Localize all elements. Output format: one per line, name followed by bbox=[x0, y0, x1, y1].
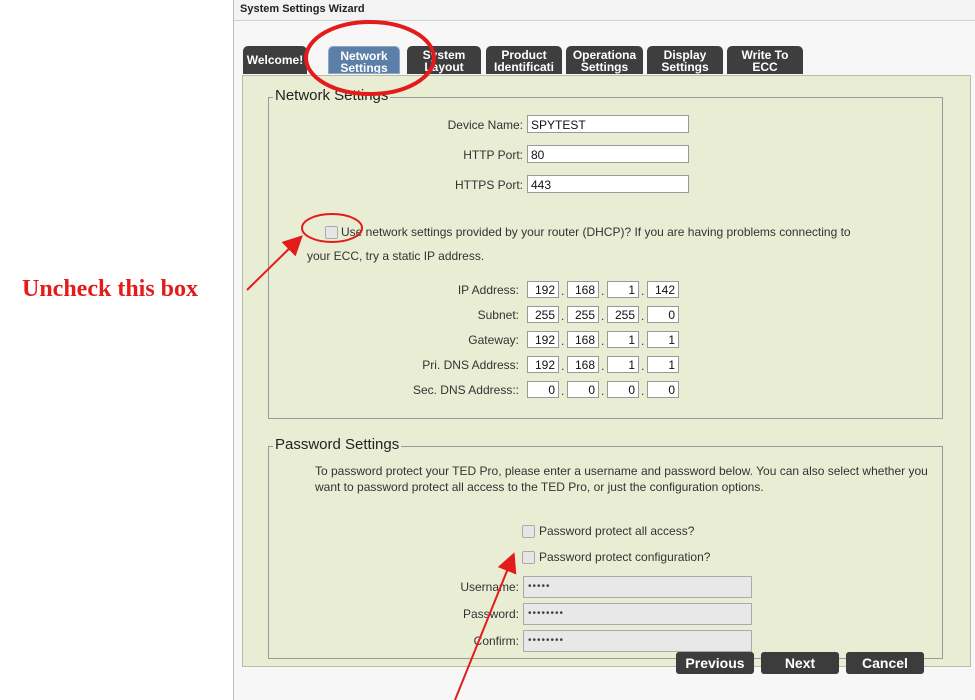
settings-wizard-window: System Settings Wizard Welcome! Network … bbox=[233, 0, 975, 700]
username-label: Username: bbox=[460, 580, 519, 594]
https-port-input[interactable]: 443 bbox=[527, 175, 689, 193]
tab-label: Settings bbox=[340, 61, 388, 74]
http-port-input[interactable]: 80 bbox=[527, 145, 689, 163]
pri-dns-octet-2[interactable]: 168 bbox=[567, 356, 599, 373]
cancel-button[interactable]: Cancel bbox=[846, 652, 924, 674]
https-port-label: HTTPS Port: bbox=[454, 178, 523, 192]
dhcp-description: Use network settings provided by your ro… bbox=[341, 225, 851, 239]
subnet-octet-1[interactable]: 255 bbox=[527, 306, 559, 323]
ip-octet-3[interactable]: 1 bbox=[607, 281, 639, 298]
ip-octet-4[interactable]: 142 bbox=[647, 281, 679, 298]
sec-dns-octet-4[interactable]: 0 bbox=[647, 381, 679, 398]
password-description: To password protect your TED Pro, please… bbox=[315, 464, 928, 494]
tab-label: ECC bbox=[752, 60, 778, 74]
tab-label: Settings bbox=[661, 60, 709, 74]
title-bar: System Settings Wizard bbox=[234, 0, 975, 21]
protect-all-label: Password protect all access? bbox=[539, 524, 695, 538]
tab-system-layout[interactable]: System Layout bbox=[407, 46, 481, 74]
sec-dns-label: Sec. DNS Address:: bbox=[412, 383, 519, 397]
network-settings-legend: Network Settings bbox=[273, 87, 391, 104]
http-port-label: HTTP Port: bbox=[463, 148, 523, 162]
annotation-text: Uncheck this box bbox=[22, 276, 199, 302]
confirm-label: Confirm: bbox=[473, 634, 519, 648]
tab-label: Settings bbox=[580, 60, 629, 74]
tab-label: Identificati bbox=[493, 60, 554, 74]
gateway-octet-4[interactable]: 1 bbox=[647, 331, 679, 348]
dhcp-checkbox[interactable] bbox=[325, 226, 338, 239]
tab-operational-settings[interactable]: Operationa Settings bbox=[566, 46, 643, 74]
pri-dns-label: Pri. DNS Address: bbox=[422, 358, 519, 372]
ip-address-label: IP Address: bbox=[457, 283, 519, 297]
password-input[interactable]: •••••••• bbox=[523, 603, 752, 625]
confirm-input[interactable]: •••••••• bbox=[523, 630, 752, 652]
ip-octet-2[interactable]: 168 bbox=[567, 281, 599, 298]
window-title: System Settings Wizard bbox=[240, 3, 365, 15]
username-input[interactable]: ••••• bbox=[523, 576, 752, 598]
tab-write-to-ecc[interactable]: Write To ECC bbox=[727, 46, 803, 74]
password-label: Password: bbox=[462, 607, 519, 621]
device-name-label: Device Name: bbox=[447, 118, 523, 132]
subnet-octet-3[interactable]: 255 bbox=[607, 306, 639, 323]
tab-label: Layout bbox=[424, 60, 464, 74]
pri-dns-octet-1[interactable]: 192 bbox=[527, 356, 559, 373]
previous-button[interactable]: Previous bbox=[676, 652, 754, 674]
subnet-octet-2[interactable]: 255 bbox=[567, 306, 599, 323]
protect-config-checkbox[interactable] bbox=[522, 551, 535, 564]
gateway-octet-3[interactable]: 1 bbox=[607, 331, 639, 348]
tab-label: Welcome! bbox=[246, 53, 304, 67]
sec-dns-octet-2[interactable]: 0 bbox=[567, 381, 599, 398]
pri-dns-octet-4[interactable]: 1 bbox=[647, 356, 679, 373]
password-settings-legend: Password Settings bbox=[273, 436, 402, 453]
gateway-octet-2[interactable]: 168 bbox=[567, 331, 599, 348]
network-settings-group: Network Settings Device Name: SPYTEST HT… bbox=[268, 87, 943, 419]
device-name-input[interactable]: SPYTEST bbox=[527, 115, 689, 133]
protect-all-checkbox[interactable] bbox=[522, 525, 535, 538]
settings-panel: Network Settings Device Name: SPYTEST HT… bbox=[242, 75, 971, 667]
tab-network-settings[interactable]: Network Settings bbox=[328, 46, 400, 74]
dhcp-description-cont: your ECC, try a static IP address. bbox=[307, 249, 485, 263]
tab-product-identification[interactable]: Product Identificati bbox=[486, 46, 562, 74]
next-button[interactable]: Next bbox=[761, 652, 839, 674]
subnet-octet-4[interactable]: 0 bbox=[647, 306, 679, 323]
tab-welcome[interactable]: Welcome! bbox=[243, 46, 307, 74]
tab-display-settings[interactable]: Display Settings bbox=[647, 46, 723, 74]
pri-dns-octet-3[interactable]: 1 bbox=[607, 356, 639, 373]
password-settings-group: Password Settings To password protect yo… bbox=[268, 436, 943, 659]
sec-dns-octet-3[interactable]: 0 bbox=[607, 381, 639, 398]
subnet-label: Subnet: bbox=[477, 308, 519, 322]
protect-config-label: Password protect configuration? bbox=[539, 550, 711, 564]
gateway-label: Gateway: bbox=[468, 333, 519, 347]
sec-dns-octet-1[interactable]: 0 bbox=[527, 381, 559, 398]
ip-octet-1[interactable]: 192 bbox=[527, 281, 559, 298]
gateway-octet-1[interactable]: 192 bbox=[527, 331, 559, 348]
